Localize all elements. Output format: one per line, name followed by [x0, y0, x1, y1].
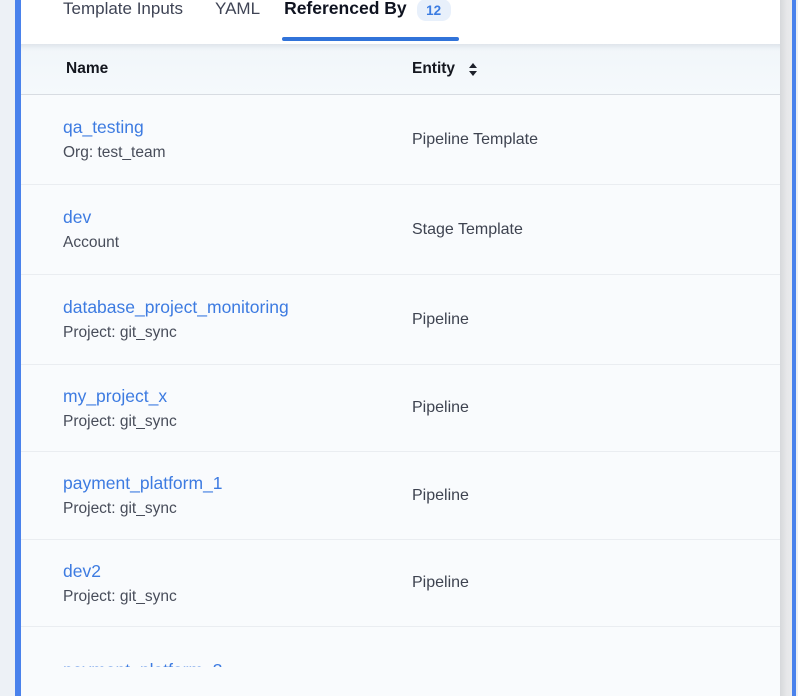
name-cell: my_project_x Project: git_sync: [21, 365, 412, 451]
table-row: my_project_x Project: git_sync Pipeline: [21, 365, 780, 452]
table-row: dev2 Project: git_sync Pipeline: [21, 540, 780, 627]
tab-referenced-by-label: Referenced By: [284, 0, 407, 20]
name-cell: dev2 Project: git_sync: [21, 540, 412, 626]
entity-cell: Stage Template: [412, 185, 780, 274]
row-scope-label: Project: git_sync: [63, 411, 412, 433]
name-cell: qa_testing Org: test_team: [21, 95, 412, 184]
row-name-link[interactable]: database_project_monitoring: [63, 295, 289, 319]
sort-up-arrow-icon: [469, 63, 477, 68]
tab-referenced-by[interactable]: Referenced By 12: [284, 0, 451, 44]
entity-cell: Pipeline: [412, 540, 780, 626]
row-scope-label: Project: git_sync: [63, 586, 412, 608]
table-header: Name Entity: [21, 44, 780, 95]
table-row: database_project_monitoring Project: git…: [21, 275, 780, 365]
entity-cell: Pipeline: [412, 365, 780, 451]
row-scope-label: Org: test_team: [63, 142, 412, 164]
tab-yaml-label: YAML: [215, 0, 260, 20]
column-header-name: Name: [66, 60, 412, 78]
tab-bar: Template Inputs YAML Referenced By 12: [21, 0, 780, 44]
row-name-link[interactable]: dev2: [63, 559, 101, 583]
table-row: payment_platform_1 Project: git_sync Pip…: [21, 452, 780, 540]
row-scope-label: Project: git_sync: [63, 498, 412, 520]
list-bottom-filler: [21, 667, 780, 696]
tab-yaml[interactable]: YAML: [215, 0, 260, 44]
row-name-link[interactable]: my_project_x: [63, 384, 167, 408]
table-row: dev Account Stage Template: [21, 185, 780, 275]
tab-template-inputs[interactable]: Template Inputs: [63, 0, 183, 44]
row-name-link[interactable]: dev: [63, 205, 91, 229]
name-cell: dev Account: [21, 185, 412, 274]
row-name-link[interactable]: qa_testing: [63, 115, 144, 139]
entity-cell: Pipeline: [412, 452, 780, 539]
row-name-link[interactable]: payment_platform_3: [63, 658, 223, 667]
entity-cell: Pipeline: [412, 275, 780, 364]
column-header-entity[interactable]: Entity: [412, 60, 477, 78]
sort-down-arrow-icon: [469, 71, 477, 76]
sort-arrows-icon[interactable]: [469, 63, 477, 76]
row-name-link[interactable]: payment_platform_1: [63, 471, 223, 495]
name-cell: database_project_monitoring Project: git…: [21, 275, 412, 364]
table-row-clipped: payment_platform_3: [21, 627, 780, 667]
column-header-entity-label: Entity: [412, 60, 455, 78]
scrollbar-track[interactable]: [780, 0, 792, 696]
template-details-panel: Template Inputs YAML Referenced By 12 Na…: [21, 0, 780, 696]
active-tab-underline: [282, 37, 459, 41]
name-cell: payment_platform_3: [21, 627, 412, 667]
tab-template-inputs-label: Template Inputs: [63, 0, 183, 20]
row-scope-label: Project: git_sync: [63, 322, 412, 344]
table-row: qa_testing Org: test_team Pipeline Templ…: [21, 95, 780, 185]
row-scope-label: Account: [63, 232, 412, 254]
screen: Template Inputs YAML Referenced By 12 Na…: [0, 0, 798, 696]
page-background-gutter: [0, 0, 15, 696]
referenced-by-list: qa_testing Org: test_team Pipeline Templ…: [21, 95, 780, 667]
referenced-by-count-badge: 12: [417, 0, 451, 21]
entity-cell: [412, 627, 780, 667]
entity-cell: Pipeline Template: [412, 95, 780, 184]
name-cell: payment_platform_1 Project: git_sync: [21, 452, 412, 539]
